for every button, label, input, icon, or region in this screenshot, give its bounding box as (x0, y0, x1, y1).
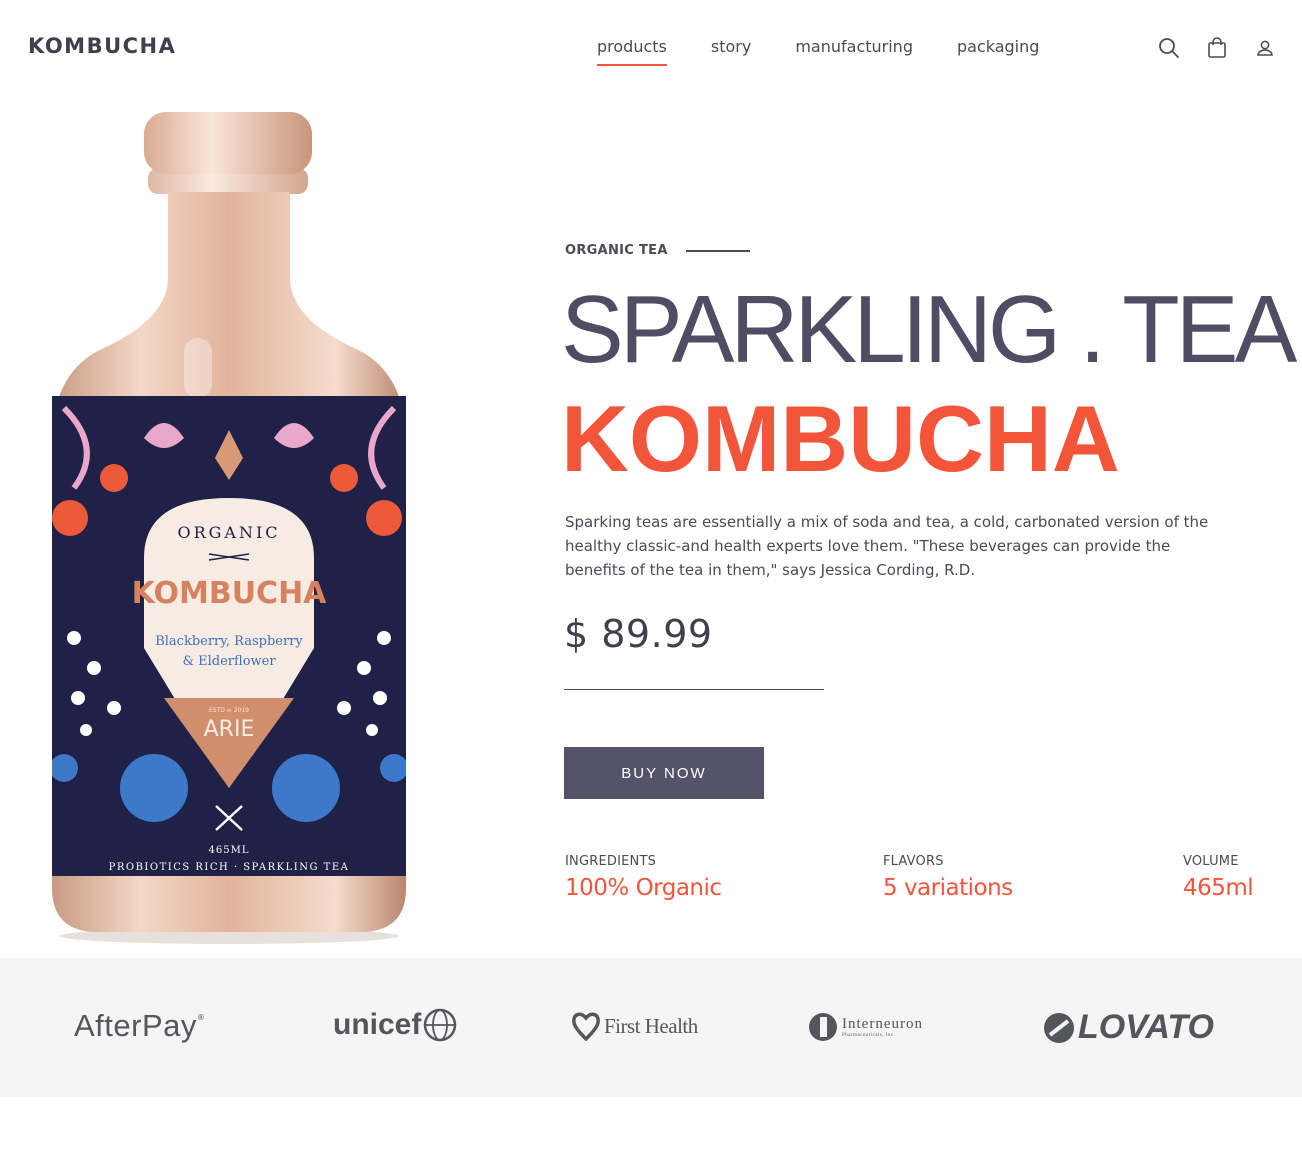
lovato-mark-icon (1044, 1012, 1074, 1043)
interneuron-text: Interneuron (842, 1016, 923, 1032)
label-flavor-2: & Elderflower (182, 654, 276, 669)
nav-story[interactable]: story (711, 37, 751, 66)
header-icons (1157, 36, 1277, 60)
buy-now-button[interactable]: BUY NOW (564, 747, 764, 799)
product-description: Sparking teas are essentially a mix of s… (565, 513, 1209, 579)
spec-label: INGREDIENTS (565, 854, 657, 869)
interneuron-mark-icon (809, 1013, 837, 1041)
firsthealth-text: First Health (604, 1013, 698, 1038)
main-nav: products story manufacturing packaging (597, 37, 1083, 66)
product-title-line2: KOMBUCHA (561, 386, 1120, 491)
user-icon[interactable] (1253, 36, 1277, 60)
unicef-text: unicef (333, 1008, 422, 1041)
partner-logos: AfterPay ® unicef First Health Interneur… (0, 958, 1302, 1097)
label-organic: ORGANIC (177, 523, 280, 542)
nav-packaging[interactable]: packaging (957, 37, 1039, 66)
site-logo[interactable]: KOMBUCHA (28, 34, 176, 58)
spec-value: 100% Organic (565, 875, 722, 901)
spec-flavors: FLAVORS 5 variations (883, 854, 1013, 901)
label-maker: ARIE (204, 717, 255, 742)
search-icon[interactable] (1157, 36, 1181, 60)
nav-manufacturing[interactable]: manufacturing (795, 37, 913, 66)
lovato-logo[interactable]: LOVATO (1042, 1008, 1214, 1047)
spec-value: 5 variations (883, 875, 1013, 901)
interneuron-subtext: Pharmaceuticals, Inc. (842, 1033, 896, 1038)
product-title-line1: SPARKLING . TEA (561, 276, 1297, 383)
interneuron-wordmark: Interneuron Pharmaceuticals, Inc. (842, 1016, 923, 1038)
heart-icon (572, 1012, 600, 1041)
unicef-logo[interactable]: unicef (333, 1008, 457, 1042)
spec-value: 465ml (1183, 875, 1254, 901)
product-image: ORGANIC KOMBUCHA Blackberry, Raspberry &… (44, 108, 414, 948)
eyebrow-divider (685, 249, 750, 252)
nav-products[interactable]: products (597, 37, 667, 66)
eyebrow-text: ORGANIC TEA (565, 243, 668, 258)
shopping-bag-icon[interactable] (1205, 36, 1229, 60)
label-tagline: PROBIOTICS RICH · SPARKLING TEA (109, 862, 350, 873)
product-price: $ 89.99 (564, 612, 713, 656)
spec-ingredients: INGREDIENTS 100% Organic (565, 854, 722, 901)
label-brand: KOMBUCHA (132, 576, 328, 611)
label-flavor-1: Blackberry, Raspberry (155, 634, 303, 649)
product-category: ORGANIC TEA (565, 243, 750, 258)
site-header: KOMBUCHA products story manufacturing pa… (0, 0, 1302, 95)
spec-volume: VOLUME 465ml (1183, 854, 1254, 901)
registered-mark: ® (196, 1012, 205, 1022)
lovato-text: LOVATO (1078, 1008, 1214, 1046)
spec-label: FLAVORS (883, 854, 944, 869)
globe-icon (424, 1008, 457, 1042)
firsthealth-logo[interactable]: First Health (572, 1011, 698, 1041)
price-divider (564, 689, 824, 690)
spec-label: VOLUME (1183, 854, 1239, 869)
interneuron-logo[interactable]: Interneuron Pharmaceuticals, Inc. (808, 1011, 923, 1043)
label-volume: 465ML (209, 845, 250, 856)
label-estd: ESTD ∞ 2019 (209, 707, 249, 714)
afterpay-logo[interactable]: AfterPay ® (74, 1008, 205, 1044)
afterpay-text: AfterPay (74, 1008, 197, 1043)
